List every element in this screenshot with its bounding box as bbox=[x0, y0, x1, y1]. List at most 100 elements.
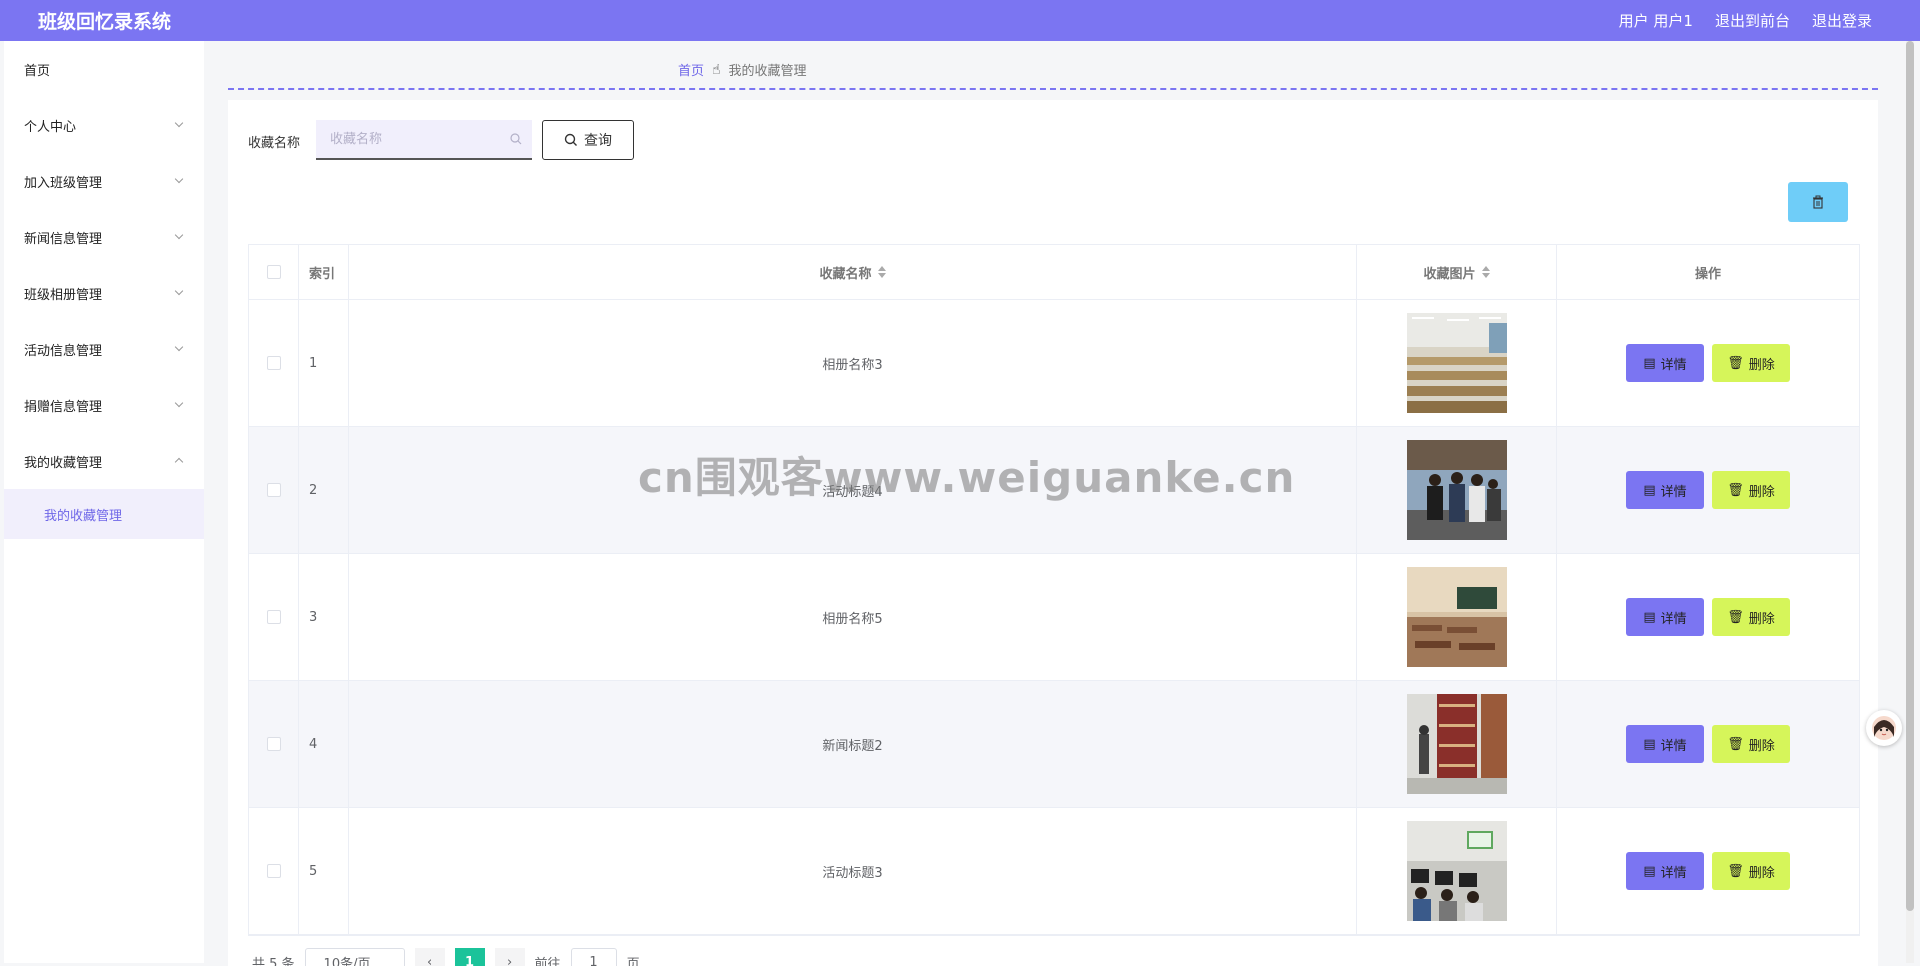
group-photo[interactable] bbox=[1406, 440, 1507, 540]
trash-icon: 🗑 bbox=[1727, 482, 1744, 498]
header-name[interactable]: 收藏名称 bbox=[349, 245, 1357, 299]
table-row: 5 活动标题3 ▤ 详情 🗑 删除 bbox=[249, 808, 1859, 935]
table-row: 3 相册名称5 ▤ 详情 🗑 删除 bbox=[249, 554, 1859, 681]
header-checkbox-cell bbox=[249, 245, 299, 299]
row-image-cell bbox=[1357, 808, 1557, 934]
header-actions: 用户 用户1 退出到前台 退出登录 bbox=[1619, 0, 1872, 41]
row-ops: ▤ 详情 🗑 删除 bbox=[1557, 681, 1859, 807]
delete-button-label: 删除 bbox=[1748, 865, 1775, 881]
breadcrumb-home[interactable]: 首页 bbox=[678, 60, 704, 79]
app-title: 班级回忆录系统 bbox=[38, 11, 172, 33]
document-icon: ▤ bbox=[1643, 863, 1656, 879]
pagination-total: 共 5 条 bbox=[252, 956, 295, 966]
detail-button[interactable]: ▤ 详情 bbox=[1626, 471, 1704, 509]
table-header-row: 索引 收藏名称 收藏图片 操作 bbox=[249, 245, 1859, 300]
search-label: 收藏名称 bbox=[248, 136, 301, 151]
detail-button[interactable]: ▤ 详情 bbox=[1626, 344, 1704, 382]
trash-icon: 🗑 bbox=[1727, 355, 1744, 371]
goto-page-input[interactable]: 1 bbox=[570, 948, 617, 966]
row-name: 活动标题4 bbox=[349, 427, 1357, 553]
delete-button[interactable]: 🗑 删除 bbox=[1712, 598, 1790, 636]
delete-button-label: 删除 bbox=[1748, 611, 1775, 627]
sidebar-item-favorites[interactable]: 我的收藏管理 bbox=[4, 433, 204, 489]
delete-button[interactable]: 🗑 删除 bbox=[1712, 852, 1790, 890]
chevron-down-icon bbox=[174, 118, 184, 128]
sidebar-item-label: 活动信息管理 bbox=[24, 343, 103, 359]
document-icon: ▤ bbox=[1643, 482, 1656, 498]
row-checkbox[interactable] bbox=[266, 737, 281, 751]
delete-button[interactable]: 🗑 删除 bbox=[1712, 344, 1790, 382]
delete-button[interactable]: 🗑 删除 bbox=[1712, 725, 1790, 763]
row-checkbox-cell bbox=[249, 300, 299, 426]
user-label[interactable]: 用户 用户1 bbox=[1619, 10, 1693, 31]
sort-icon[interactable] bbox=[877, 266, 886, 278]
search-input[interactable] bbox=[316, 120, 532, 158]
detail-button[interactable]: ▤ 详情 bbox=[1626, 725, 1704, 763]
row-index: 3 bbox=[299, 554, 349, 680]
breadcrumb: 首页 ☝ 我的收藏管理 bbox=[678, 60, 807, 80]
chevron-up-icon bbox=[174, 454, 184, 464]
query-button-label: 查询 bbox=[584, 133, 612, 149]
sidebar-item-label: 首页 bbox=[24, 63, 51, 79]
sidebar-item-home[interactable]: 首页 bbox=[4, 41, 204, 97]
chevron-right-icon: › bbox=[506, 954, 513, 966]
table-row: 2 活动标题4 ▤ 详情 🗑 删除 bbox=[249, 427, 1859, 554]
table-row: 4 新闻标题2 ▤ 详情 🗑 删除 bbox=[249, 681, 1859, 808]
assistant-avatar[interactable] bbox=[1866, 710, 1902, 746]
bulk-delete-button[interactable] bbox=[1788, 182, 1848, 222]
sidebar-item-label: 我的收藏管理 bbox=[24, 455, 103, 471]
row-checkbox[interactable] bbox=[266, 864, 281, 878]
header-image[interactable]: 收藏图片 bbox=[1357, 245, 1557, 299]
sidebar-item-label: 新闻信息管理 bbox=[24, 231, 103, 247]
detail-button-label: 详情 bbox=[1660, 484, 1687, 500]
chevron-down-icon bbox=[174, 174, 184, 184]
row-index: 1 bbox=[299, 300, 349, 426]
row-checkbox-cell bbox=[249, 427, 299, 553]
sidebar-item-personal-center[interactable]: 个人中心 bbox=[4, 97, 204, 153]
sort-icon[interactable] bbox=[1481, 266, 1490, 278]
delete-button[interactable]: 🗑 删除 bbox=[1712, 471, 1790, 509]
sidebar-item-activity[interactable]: 活动信息管理 bbox=[4, 321, 204, 377]
query-button[interactable]: 查询 bbox=[542, 120, 634, 160]
row-name: 活动标题3 bbox=[349, 808, 1357, 934]
next-page-button[interactable]: › bbox=[494, 948, 525, 966]
search-icon bbox=[564, 133, 577, 146]
exit-to-front-link[interactable]: 退出到前台 bbox=[1715, 10, 1790, 31]
row-checkbox[interactable] bbox=[266, 356, 281, 370]
header-ops: 操作 bbox=[1694, 266, 1721, 282]
classroom-photo[interactable] bbox=[1406, 313, 1507, 413]
trash-icon bbox=[1813, 195, 1823, 209]
sidebar-subitem-favorites[interactable]: 我的收藏管理 bbox=[4, 489, 204, 539]
sidebar-item-donation[interactable]: 捐赠信息管理 bbox=[4, 377, 204, 433]
sidebar-item-album[interactable]: 班级相册管理 bbox=[4, 265, 204, 321]
logout-link[interactable]: 退出登录 bbox=[1812, 10, 1872, 31]
sidebar: 首页 个人中心 加入班级管理 新闻信息管理 班级相册管理 活动信息管理 捐赠信息… bbox=[4, 41, 204, 963]
sidebar-item-news[interactable]: 新闻信息管理 bbox=[4, 209, 204, 265]
scrollbar-thumb[interactable] bbox=[1906, 41, 1914, 911]
detail-button[interactable]: ▤ 详情 bbox=[1626, 852, 1704, 890]
detail-button[interactable]: ▤ 详情 bbox=[1626, 598, 1704, 636]
select-all-checkbox[interactable] bbox=[266, 265, 281, 279]
page-size-select[interactable]: 10条/页 bbox=[304, 948, 405, 966]
sidebar-item-label: 班级相册管理 bbox=[24, 287, 103, 303]
header-index: 索引 bbox=[299, 245, 349, 299]
page-number-button[interactable]: 1 bbox=[454, 948, 485, 966]
row-checkbox[interactable] bbox=[266, 483, 281, 497]
row-index: 5 bbox=[299, 808, 349, 934]
trash-icon: 🗑 bbox=[1727, 736, 1744, 752]
computer-lab-photo[interactable] bbox=[1406, 821, 1507, 921]
row-ops: ▤ 详情 🗑 删除 bbox=[1557, 427, 1859, 553]
row-checkbox[interactable] bbox=[266, 610, 281, 624]
library-photo[interactable] bbox=[1406, 694, 1507, 794]
row-ops: ▤ 详情 🗑 删除 bbox=[1557, 554, 1859, 680]
chevron-down-icon bbox=[174, 342, 184, 352]
empty-classroom-photo[interactable] bbox=[1406, 567, 1507, 667]
sidebar-item-join-class[interactable]: 加入班级管理 bbox=[4, 153, 204, 209]
top-bar: 班级回忆录系统 用户 用户1 退出到前台 退出登录 bbox=[0, 0, 1920, 41]
page-scrollbar[interactable] bbox=[1906, 41, 1914, 963]
header-name-label: 收藏名称 bbox=[819, 266, 872, 282]
prev-page-button[interactable]: ‹ bbox=[414, 948, 445, 966]
avatar-icon bbox=[1872, 716, 1896, 740]
row-checkbox-cell bbox=[249, 681, 299, 807]
delete-button-label: 删除 bbox=[1748, 738, 1775, 754]
